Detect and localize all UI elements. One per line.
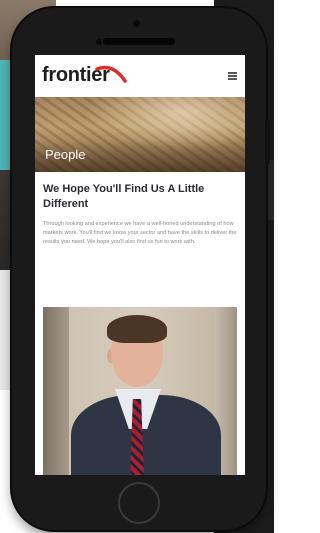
team-member-photo <box>43 307 237 475</box>
phone-device: frontier People We Hope You'll Find Us A… <box>12 8 270 530</box>
site-header: frontier <box>35 55 245 97</box>
hero-banner: People <box>35 97 245 172</box>
earpiece-speaker <box>103 38 175 45</box>
intro-section: We Hope You'll Find Us A Little Differen… <box>35 172 245 247</box>
logo-swoosh-icon <box>95 65 127 83</box>
intro-paragraph: Through looking and experience we have a… <box>43 220 237 245</box>
hamburger-menu-icon[interactable] <box>228 72 237 80</box>
phone-screen: frontier People We Hope You'll Find Us A… <box>35 55 245 475</box>
hero-title: People <box>45 147 86 162</box>
side-button[interactable] <box>265 120 270 164</box>
page-headline: We Hope You'll Find Us A Little Differen… <box>43 183 205 210</box>
proximity-sensor <box>96 39 102 45</box>
home-button[interactable] <box>118 482 160 524</box>
front-camera <box>133 20 140 27</box>
